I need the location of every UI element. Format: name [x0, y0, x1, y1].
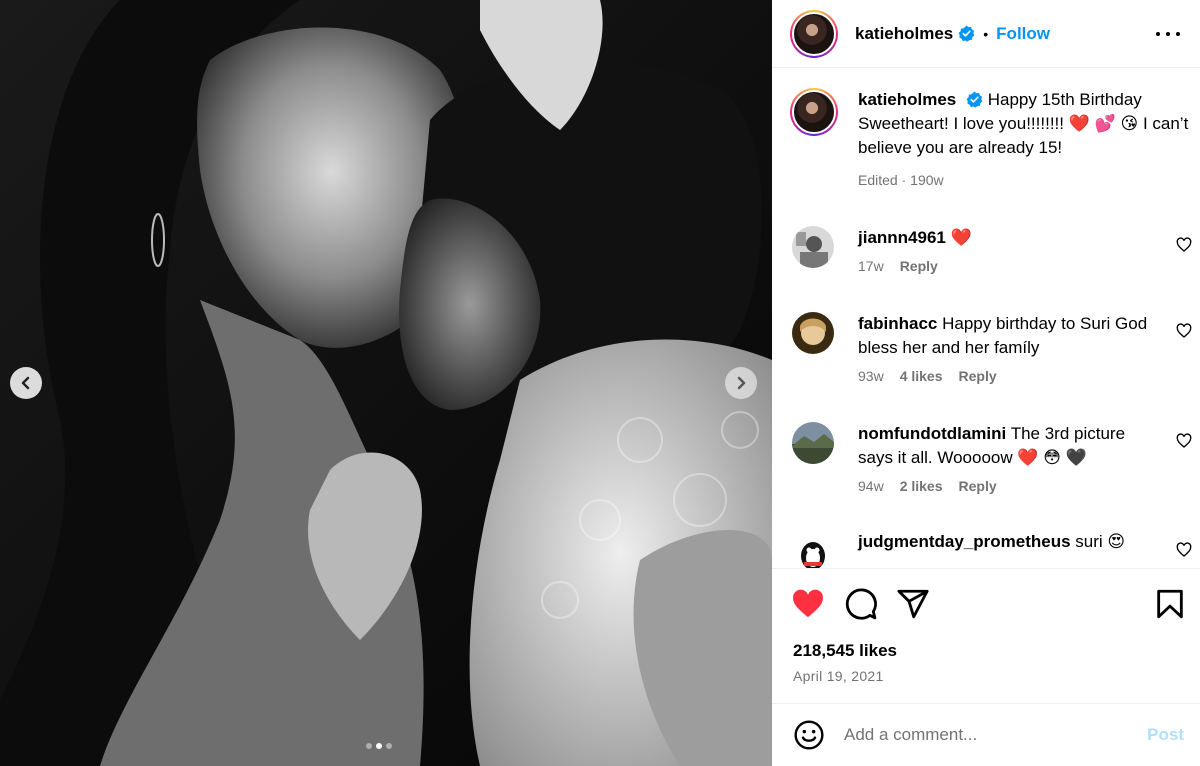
reply-button[interactable]: Reply	[900, 258, 938, 274]
comment-likes[interactable]: 2 likes	[900, 478, 943, 494]
reply-button[interactable]: Reply	[959, 478, 997, 494]
header-separator: •	[983, 25, 989, 42]
commenter-avatar[interactable]	[792, 312, 834, 354]
share-icon[interactable]	[896, 587, 930, 621]
post-header: katieholmes • Follow	[772, 0, 1200, 68]
post-photo	[0, 0, 772, 766]
follow-button[interactable]: Follow	[996, 24, 1050, 44]
comments-list[interactable]: katieholmes Happy 15th Birthday Sweethea…	[772, 68, 1200, 568]
comment-username[interactable]: judgmentday_prometheus	[858, 532, 1071, 551]
post-caption: katieholmes Happy 15th Birthday Sweethea…	[790, 88, 1190, 192]
heart-icon[interactable]	[1176, 323, 1192, 339]
add-comment-bar: Post	[772, 703, 1200, 766]
post-actions: 218,545 likes April 19, 2021	[772, 568, 1200, 703]
comment-item: jiannn4961 ❤️ 17w Reply	[792, 226, 1192, 274]
carousel-dots	[366, 743, 392, 749]
comment-username[interactable]: fabinhacc	[858, 314, 937, 333]
commenter-avatar[interactable]	[792, 530, 834, 568]
comment-item: fabinhacc Happy birthday to Suri God ble…	[792, 312, 1192, 384]
author-username[interactable]: katieholmes	[855, 24, 953, 44]
caption-avatar[interactable]	[790, 88, 838, 136]
caption-meta: Edited · 190w	[858, 172, 944, 188]
bookmark-icon[interactable]	[1153, 587, 1187, 621]
comment-likes[interactable]: 4 likes	[900, 368, 943, 384]
post-side-panel: katieholmes • Follow katieholmes Happy 1…	[772, 0, 1200, 766]
verified-badge-icon	[958, 25, 975, 42]
heart-icon[interactable]	[1176, 237, 1192, 253]
comment-item: nomfundotdlamini The 3rd picture says it…	[792, 422, 1192, 494]
heart-icon[interactable]	[1176, 433, 1192, 449]
post-comment-button[interactable]: Post	[1147, 725, 1184, 745]
post-date[interactable]: April 19, 2021	[793, 668, 884, 684]
comment-text: suri 😍	[1075, 532, 1126, 551]
post-media	[0, 0, 772, 766]
reply-button[interactable]: Reply	[959, 368, 997, 384]
comment-time[interactable]: 93w	[858, 368, 884, 384]
comment-text: ❤️	[950, 228, 972, 247]
emoji-icon[interactable]	[793, 719, 825, 751]
comment-time[interactable]: 94w	[858, 478, 884, 494]
likes-count[interactable]: 218,545 likes	[793, 641, 897, 661]
verified-badge-icon	[966, 91, 983, 108]
carousel-dot	[386, 743, 392, 749]
caption-username[interactable]: katieholmes	[858, 90, 956, 109]
comment-item: judgmentday_prometheus suri 😍	[792, 530, 1192, 568]
comment-time[interactable]: 17w	[858, 258, 884, 274]
heart-icon[interactable]	[1176, 542, 1192, 558]
chevron-left-icon	[21, 376, 30, 390]
more-options-icon[interactable]	[1156, 24, 1180, 44]
carousel-prev-button[interactable]	[10, 367, 42, 399]
heart-icon[interactable]	[791, 587, 825, 621]
comment-username[interactable]: nomfundotdlamini	[858, 424, 1006, 443]
comment-icon[interactable]	[844, 587, 878, 621]
comment-username[interactable]: jiannn4961	[858, 228, 946, 247]
caption-edited: Edited	[858, 172, 898, 188]
author-avatar[interactable]	[790, 9, 838, 58]
chevron-right-icon	[737, 376, 746, 390]
add-comment-input[interactable]	[844, 725, 1134, 745]
commenter-avatar[interactable]	[792, 226, 834, 268]
carousel-dot	[366, 743, 372, 749]
commenter-avatar[interactable]	[792, 422, 834, 464]
carousel-next-button[interactable]	[725, 367, 757, 399]
carousel-dot-active	[376, 743, 382, 749]
caption-time[interactable]: 190w	[910, 172, 943, 188]
